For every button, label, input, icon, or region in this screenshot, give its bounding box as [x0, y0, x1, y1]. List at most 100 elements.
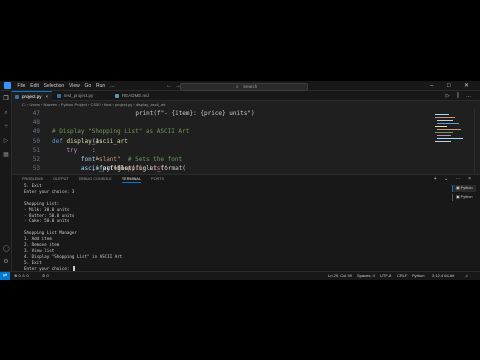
language-mode[interactable]: Python — [412, 272, 424, 280]
tab-readme-md[interactable]: README.md — [112, 91, 158, 101]
menu-go[interactable]: Go — [82, 81, 93, 91]
terminal-line-text: 2. Remove item — [24, 242, 60, 247]
code-text: ascii_art = pyfiglet.figlet_format("Shop… — [52, 164, 186, 173]
source-control-icon[interactable]: ⑂ — [3, 124, 9, 130]
tab-output[interactable]: OUTPUT — [53, 175, 69, 183]
line-number: 51 — [32, 146, 40, 154]
ports-count[interactable]: ⊘ 0 — [42, 272, 49, 280]
line-number: 52 — [32, 156, 40, 163]
code-editor[interactable]: 47 print(f"- {item}: {price} units") 48 49… — [12, 108, 432, 174]
tab-problems[interactable]: PROBLEMS — [22, 175, 43, 183]
menu-file[interactable]: File — [15, 81, 28, 91]
terminal-line: - Cake: 50.0 units — [24, 218, 69, 224]
tab-terminal[interactable]: TERMINAL — [121, 175, 142, 183]
markdown-file-icon — [115, 94, 119, 98]
menu-more[interactable]: … — [108, 81, 118, 91]
close-tab-icon[interactable]: × — [46, 94, 49, 99]
code-token: = — [92, 156, 103, 163]
breadcrumb[interactable]: C: › Users › Naveen › Python Project › C… — [12, 101, 432, 108]
line-number: 48 — [32, 119, 40, 127]
terminal-line-text: 1. Add item — [24, 236, 52, 242]
account-icon[interactable]: ◯ — [3, 246, 10, 252]
notifications-bell-icon[interactable]: ♫ — [465, 272, 468, 280]
menu-view[interactable]: View — [67, 81, 83, 91]
indentation[interactable]: Spaces: 4 — [357, 272, 375, 280]
terminal-line-text: Enter your choice: 3 — [24, 188, 75, 194]
python-file-icon — [15, 95, 19, 99]
activity-bar: ❐ ⌕ ⑂ ▷ ▦ ◯ ⚙ — [0, 91, 12, 271]
tab-ports[interactable]: PORTS — [151, 175, 164, 183]
code-token: : — [92, 146, 96, 154]
extensions-icon[interactable]: ▦ — [3, 152, 9, 158]
menu-selection[interactable]: Selection — [41, 81, 66, 91]
minimize-icon[interactable]: – — [430, 81, 433, 91]
maximize-icon[interactable]: □ — [447, 81, 451, 91]
terminal-line-text: Enter your choice: — [24, 265, 72, 271]
status-bar: ⇌ ⊗ 0 ⚠ 0 ⊘ 0 Ln 29, Col 39 Spaces: 4 UT… — [0, 271, 480, 280]
terminal-name: Python — [460, 186, 473, 190]
terminal-instance[interactable]: ▣ Python — [452, 194, 476, 201]
code-token: print(f"- {item}: {price} units") — [92, 110, 255, 117]
search-view-icon[interactable]: ⌕ — [3, 110, 9, 116]
code-text: try: — [52, 146, 95, 155]
menu-run[interactable]: Run — [94, 81, 108, 91]
code-line[interactable]: 51 try: — [12, 146, 432, 155]
terminal-name: Python — [460, 195, 473, 199]
terminal-line-text: Shopping List: — [24, 200, 60, 206]
settings-gear-icon[interactable]: ⚙ — [3, 259, 9, 265]
code-token: # Display "Shopping List" as ASCII Art — [52, 128, 190, 136]
python-interpreter[interactable]: 3.12.4 64-bit — [432, 272, 454, 280]
terminal-line-text: 3. View list — [24, 247, 55, 253]
command-search-box[interactable]: ⌕ Search — [180, 83, 308, 91]
line-number: 50 — [32, 137, 40, 145]
code-line[interactable]: 47 print(f"- {item}: {price} units") — [12, 109, 432, 118]
code-line[interactable]: 49 # Display "Shopping List" as ASCII Art — [12, 127, 432, 136]
editor-actions[interactable]: ▷ ⫿ … — [446, 91, 474, 101]
line-number: 53 — [32, 165, 40, 173]
terminal-output[interactable]: 5. Exit Enter your choice: 3 Shopping List… — [24, 183, 444, 272]
code-token: font — [52, 156, 96, 163]
minimap[interactable] — [432, 108, 472, 174]
terminal-line-text: - Milk: 30.0 units — [24, 206, 70, 212]
terminal-list: ▣ Python ▣ Python — [452, 185, 476, 203]
terminal-line-text: 5. Exit — [24, 183, 42, 188]
tab-label: project.py — [22, 94, 42, 99]
code-line[interactable]: 53 ascii_art = pyfiglet.figlet_format("S… — [12, 164, 432, 173]
tab-label: test_project.py — [64, 93, 94, 98]
line-ending[interactable]: CRLF — [397, 272, 407, 280]
code-line[interactable]: 50 def display_ascii_art (): — [12, 137, 432, 146]
explorer-icon[interactable]: ❐ — [3, 96, 9, 102]
code-token: def — [52, 137, 67, 145]
line-number: 47 — [32, 110, 40, 117]
code-line[interactable]: 52 font = "slant" # Sets the font — [12, 155, 432, 164]
tab-project-py[interactable]: project.py × — [12, 91, 52, 101]
menu-bar: File Edit Selection View Go Run … — [15, 81, 117, 91]
run-debug-icon[interactable]: ▷ — [3, 138, 9, 144]
terminal-instance[interactable]: ▣ Python — [452, 185, 476, 192]
code-token: (): — [92, 137, 103, 145]
remote-icon[interactable]: ⇌ — [0, 272, 10, 280]
title-bar: File Edit Selection View Go Run … ←→ ⌕ S… — [0, 81, 480, 91]
tab-label: README.md — [122, 93, 149, 98]
code-token: try — [52, 146, 78, 154]
encoding[interactable]: UTF-8 — [380, 272, 391, 280]
terminal-line-text: 4. Display "Shopping List" in ASCII Art — [24, 253, 123, 259]
vscode-window: File Edit Selection View Go Run … ←→ ⌕ S… — [0, 81, 480, 280]
tab-debug-console[interactable]: DEBUG CONSOLE — [79, 175, 112, 183]
tab-test-project-py[interactable]: test_project.py — [54, 91, 110, 101]
close-window-icon[interactable]: ✕ — [464, 81, 469, 91]
terminal-line: Enter your choice: 3 — [24, 189, 74, 195]
code-line[interactable]: 48 — [12, 118, 432, 127]
menu-edit[interactable]: Edit — [28, 81, 41, 91]
editor-scrollbar[interactable] — [474, 108, 480, 174]
panel-tabs: PROBLEMS OUTPUT DEBUG CONSOLE TERMINAL P… — [22, 175, 174, 183]
bottom-panel: PROBLEMS OUTPUT DEBUG CONSOLE TERMINAL P… — [12, 174, 480, 271]
panel-actions[interactable]: + ⌄ ⋯ × — [434, 175, 474, 183]
code-text: font = "slant" # Sets the font — [52, 155, 182, 164]
code-text: def display_ascii_art (): — [52, 137, 128, 146]
cursor-position[interactable]: Ln 29, Col 39 — [328, 272, 352, 280]
line-number: 49 — [32, 128, 40, 136]
terminal-line-text: - Butter: 50.0 units — [24, 212, 75, 218]
terminal-line-text: 5. Exit — [24, 259, 42, 265]
problems-count[interactable]: ⊗ 0 ⚠ 0 — [14, 272, 29, 280]
